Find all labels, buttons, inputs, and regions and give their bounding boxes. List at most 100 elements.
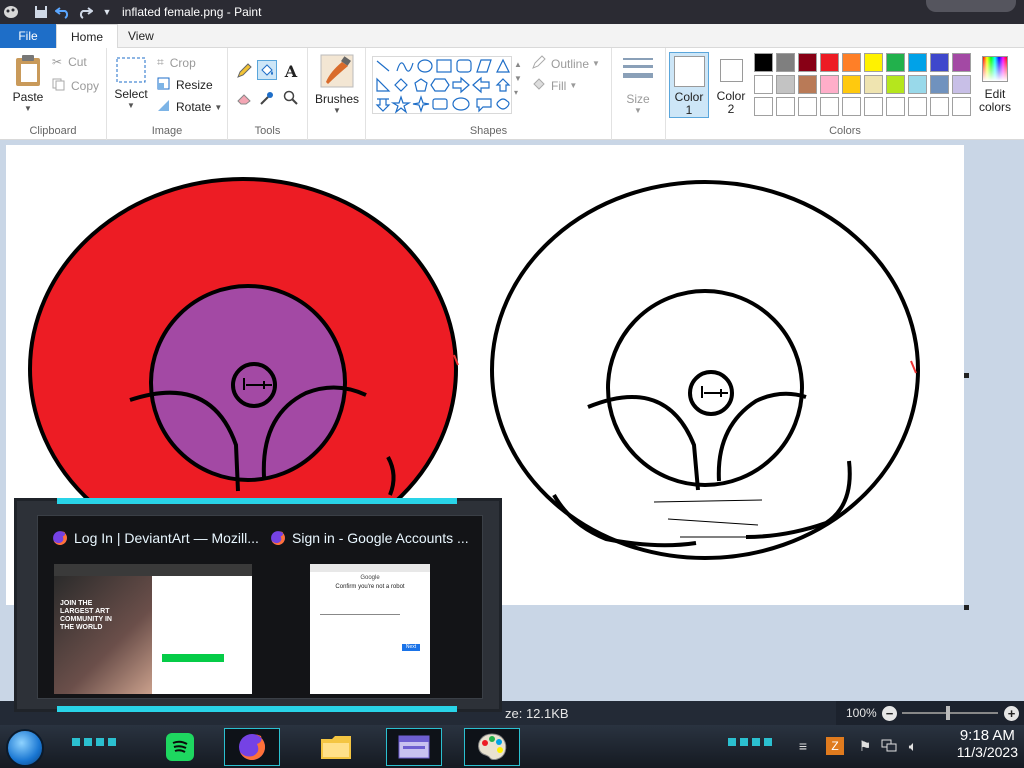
tray-app-icon[interactable]: Z	[826, 737, 844, 755]
palette-swatch[interactable]	[798, 97, 817, 116]
shapes-scroll-icon[interactable]: ▲ ▼ ▾	[514, 58, 522, 100]
palette-swatch[interactable]	[754, 75, 773, 94]
clock[interactable]: 9:18 AM 11/3/2023	[957, 727, 1018, 760]
fill-button[interactable]: Fill ▼	[532, 77, 577, 94]
brushes-button[interactable]: Brushes ▼	[314, 54, 360, 115]
zoom-slider[interactable]	[902, 712, 998, 714]
eraser-tool[interactable]	[234, 88, 254, 108]
title-bar: ▼ inflated female.png - Paint	[0, 0, 1024, 24]
rotate-dropdown-icon[interactable]: ▼	[214, 103, 222, 112]
edit-colors-button[interactable]: Edit colors	[974, 52, 1016, 118]
palette-swatch[interactable]	[776, 75, 795, 94]
tab-home[interactable]: Home	[56, 24, 119, 49]
palette-swatch[interactable]	[930, 97, 949, 116]
zoom-slider-thumb[interactable]	[946, 706, 950, 720]
palette-swatch[interactable]	[952, 97, 971, 116]
redo-icon[interactable]	[76, 3, 94, 21]
palette-swatch[interactable]	[776, 53, 795, 72]
undo-icon[interactable]	[54, 3, 72, 21]
color1-button[interactable]: Color 1	[669, 52, 709, 118]
color2-button[interactable]: Color 2	[712, 52, 750, 118]
select-label: Select	[114, 87, 148, 101]
color-picker-tool[interactable]	[257, 88, 277, 108]
palette-swatch[interactable]	[908, 97, 927, 116]
palette-swatch[interactable]	[754, 97, 773, 116]
taskbar-app-window[interactable]	[386, 728, 442, 766]
start-button[interactable]	[6, 729, 44, 767]
pencil-tool[interactable]	[234, 61, 254, 81]
flag-icon[interactable]: ⚑	[856, 737, 874, 755]
palette-swatch[interactable]	[842, 53, 861, 72]
palette-swatch[interactable]	[842, 75, 861, 94]
taskbar-file-explorer[interactable]	[308, 728, 364, 766]
shapes-gallery[interactable]	[372, 56, 512, 114]
palette-swatch[interactable]	[908, 75, 927, 94]
paste-label: Paste	[12, 90, 44, 104]
taskbar-firefox[interactable]	[224, 728, 280, 766]
palette-swatch[interactable]	[820, 53, 839, 72]
palette-swatch[interactable]	[952, 75, 971, 94]
size-button[interactable]: Size ▼	[620, 56, 656, 115]
zoom-in-icon[interactable]: +	[1004, 706, 1019, 721]
palette-swatch[interactable]	[864, 75, 883, 94]
network-icon[interactable]	[880, 737, 898, 755]
palette-swatch[interactable]	[820, 75, 839, 94]
palette-swatch[interactable]	[776, 97, 795, 116]
magnifier-tool[interactable]	[281, 88, 301, 108]
paste-button[interactable]: Paste ▼	[8, 54, 48, 113]
volume-icon[interactable]: 🔈︎	[904, 737, 922, 755]
crop-button[interactable]: ⌗ Crop	[157, 55, 196, 70]
fill-dropdown-icon[interactable]: ▼	[569, 81, 577, 90]
palette-swatch[interactable]	[886, 97, 905, 116]
paint-app-icon[interactable]	[2, 3, 20, 21]
zoom-level: 100%	[846, 706, 877, 720]
palette-swatch[interactable]	[864, 53, 883, 72]
text-tool[interactable]: A	[281, 61, 301, 81]
shapes-group: ▲ ▼ ▾ Outline ▼ Fill ▼ Shapes	[366, 48, 612, 140]
palette-swatch[interactable]	[798, 75, 817, 94]
tab-view[interactable]: View	[114, 24, 168, 48]
outline-dropdown-icon[interactable]: ▼	[592, 59, 600, 68]
fill-icon	[532, 77, 546, 94]
palette-swatch[interactable]	[798, 53, 817, 72]
taskbar-paint[interactable]	[464, 728, 520, 766]
clock-time: 9:18 AM	[959, 727, 1015, 744]
colors-group: Color 1 Color 2 Edit colors Colors	[666, 48, 1024, 140]
rotate-button[interactable]: Rotate ▼	[157, 99, 222, 115]
show-hidden-icons-icon[interactable]: ≡	[794, 737, 812, 755]
select-dropdown-icon[interactable]: ▼	[127, 101, 135, 110]
size-dropdown-icon[interactable]: ▼	[634, 106, 642, 115]
zoom-out-icon[interactable]: −	[882, 706, 897, 721]
thumbnail-preview-google: Google Confirm you're not a robot Next	[310, 564, 430, 694]
palette-swatch[interactable]	[842, 97, 861, 116]
palette-swatch[interactable]	[930, 53, 949, 72]
color1-number: 1	[685, 103, 693, 117]
customize-quick-access-icon[interactable]: ▼	[98, 3, 116, 21]
palette-swatch[interactable]	[930, 75, 949, 94]
canvas-resize-handle-corner[interactable]	[964, 605, 969, 610]
brushes-dropdown-icon[interactable]: ▼	[333, 106, 341, 115]
taskbar-spotify[interactable]	[152, 728, 208, 766]
palette-swatch[interactable]	[952, 53, 971, 72]
text-icon: A	[284, 61, 298, 81]
fill-tool[interactable]	[257, 60, 277, 80]
palette-swatch[interactable]	[754, 53, 773, 72]
shapes-group-label: Shapes	[469, 125, 508, 137]
canvas-resize-handle-right[interactable]	[964, 373, 969, 378]
palette-swatch[interactable]	[886, 53, 905, 72]
paste-dropdown-icon[interactable]: ▼	[24, 104, 32, 113]
window-controls[interactable]	[926, 0, 1016, 12]
palette-swatch[interactable]	[886, 75, 905, 94]
palette-swatch[interactable]	[908, 53, 927, 72]
color1-swatch	[674, 56, 705, 87]
copy-button[interactable]: Copy	[52, 78, 99, 94]
resize-button[interactable]: Resize	[157, 77, 213, 93]
save-icon[interactable]	[32, 3, 50, 21]
select-button[interactable]: Select ▼	[114, 57, 148, 110]
cut-button[interactable]: ✂ Cut	[52, 55, 87, 69]
fill-bucket-icon	[261, 64, 273, 76]
tab-file[interactable]: File	[0, 24, 56, 48]
outline-button[interactable]: Outline ▼	[532, 55, 600, 72]
palette-swatch[interactable]	[820, 97, 839, 116]
palette-swatch[interactable]	[864, 97, 883, 116]
